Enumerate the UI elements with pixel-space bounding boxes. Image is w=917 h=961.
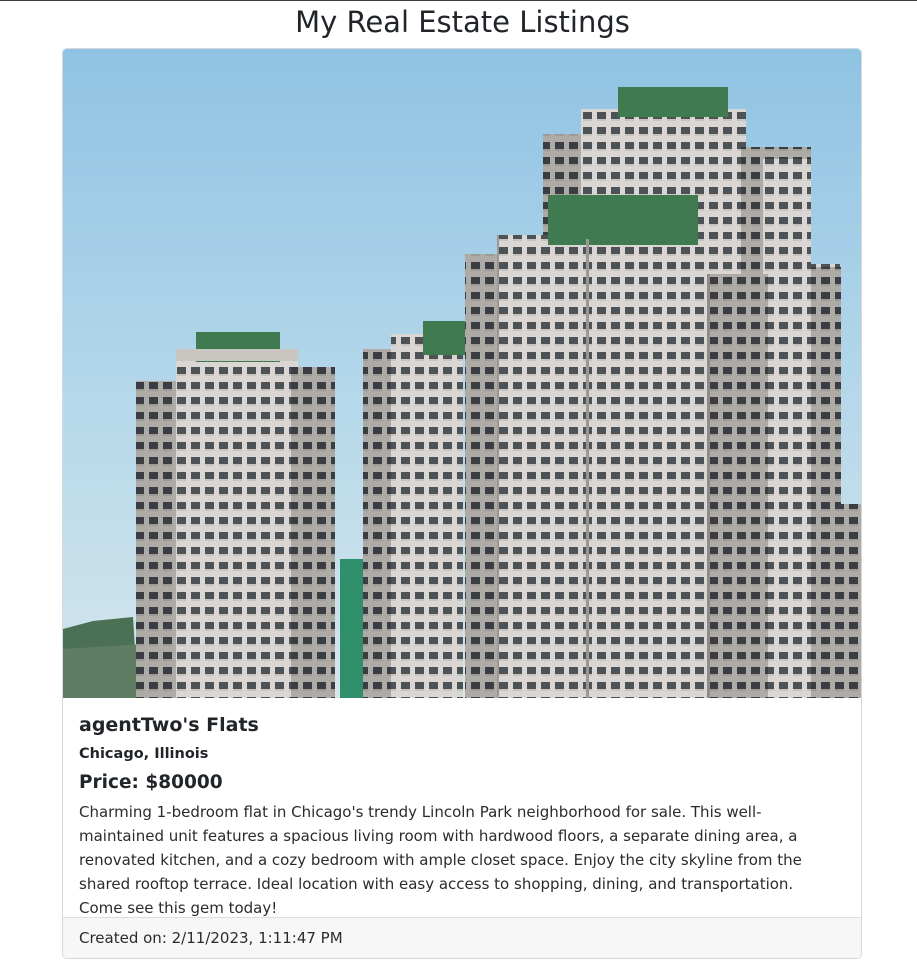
top-border	[0, 0, 917, 1]
listing-description: Charming 1-bedroom flat in Chicago's tre…	[79, 803, 802, 917]
card-body: agentTwo's Flats Chicago, Illinois Price…	[79, 713, 839, 920]
listing-price: Price: $80000	[79, 772, 223, 793]
created-timestamp: Created on: 2/11/2023, 1:11:47 PM	[79, 929, 343, 947]
card-footer: Created on: 2/11/2023, 1:11:47 PM	[63, 917, 861, 958]
page-title: My Real Estate Listings	[295, 5, 630, 39]
listing-location: Chicago, Illinois	[79, 746, 209, 762]
listing-photo	[63, 49, 861, 698]
listing-card[interactable]: agentTwo's Flats Chicago, Illinois Price…	[62, 48, 862, 959]
listing-title: agentTwo's Flats	[79, 714, 259, 736]
